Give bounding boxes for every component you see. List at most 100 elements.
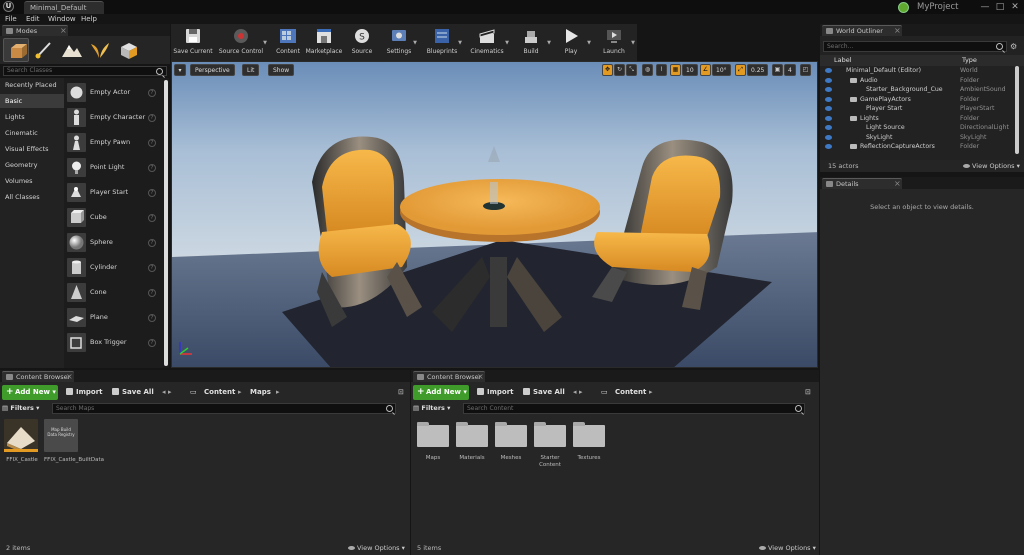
- filters-button[interactable]: ▤ Filters ▾: [413, 403, 450, 414]
- translate-icon[interactable]: ✥: [602, 64, 613, 76]
- source-control-button[interactable]: Source Control ▼: [215, 24, 267, 61]
- maximize-button[interactable]: □: [993, 1, 1007, 13]
- chevron-down-icon[interactable]: ▼: [631, 40, 635, 46]
- maximize-viewport-icon[interactable]: ◰: [800, 64, 811, 76]
- view-options-button[interactable]: View Options ▾: [348, 541, 405, 555]
- build-button[interactable]: Build ▼: [511, 24, 551, 61]
- grid-size-dropdown[interactable]: 10: [682, 64, 698, 76]
- content-browser-2-tab[interactable]: Content Browser 2 ×: [413, 371, 485, 391]
- launch-button[interactable]: Launch ▼: [593, 24, 635, 61]
- category-recently-placed[interactable]: Recently Placed: [0, 78, 64, 92]
- camera-speed-dropdown[interactable]: 4: [784, 64, 796, 76]
- play-button[interactable]: Play ▼: [551, 24, 591, 61]
- world-local-icon[interactable]: ◍: [642, 64, 653, 76]
- help-icon[interactable]: ?: [148, 139, 156, 147]
- lock-icon[interactable]: ⊡: [805, 385, 811, 400]
- landscape-mode-icon[interactable]: [59, 38, 85, 62]
- help-icon[interactable]: ?: [148, 314, 156, 322]
- help-icon[interactable]: ?: [148, 214, 156, 222]
- folder-tile[interactable]: Textures: [571, 419, 607, 462]
- outliner-settings-icon[interactable]: ⚙: [1010, 42, 1020, 52]
- details-tab[interactable]: Details ×: [822, 178, 902, 189]
- place-mode-icon[interactable]: [3, 38, 29, 62]
- marketplace-button[interactable]: Marketplace: [305, 24, 343, 61]
- outliner-row[interactable]: Player Start PlayerStart: [820, 104, 1016, 114]
- chevron-down-icon[interactable]: ▼: [505, 40, 509, 46]
- breadcrumb-maps[interactable]: Maps: [250, 385, 271, 400]
- search-classes-input[interactable]: Search Classes: [3, 66, 167, 76]
- category-basic[interactable]: Basic: [0, 94, 64, 108]
- visibility-eye-icon[interactable]: [825, 144, 832, 149]
- folder-tile[interactable]: Materials: [454, 419, 490, 462]
- close-icon[interactable]: ×: [894, 179, 901, 189]
- close-icon[interactable]: ×: [60, 26, 67, 36]
- category-all-classes[interactable]: All Classes: [0, 190, 64, 204]
- visibility-eye-icon[interactable]: [825, 106, 832, 111]
- outliner-row[interactable]: Lights Folder: [820, 114, 1016, 124]
- list-item[interactable]: Point Light ?: [64, 155, 163, 180]
- viewport-options-button[interactable]: ▾: [174, 64, 186, 76]
- history-back-button[interactable]: ◂ ▸: [573, 385, 582, 400]
- rotation-snap-icon[interactable]: ∠: [700, 64, 711, 76]
- list-item[interactable]: Box Trigger ?: [64, 330, 163, 355]
- filters-button[interactable]: ▤ Filters ▾: [2, 403, 39, 414]
- content-browser-1-tab[interactable]: Content Browser 1 ×: [2, 371, 74, 391]
- save-all-button[interactable]: Save All: [112, 385, 154, 400]
- document-tab[interactable]: Minimal_Default: [24, 1, 104, 14]
- perspective-button[interactable]: Perspective: [190, 64, 235, 76]
- rotation-snap-dropdown[interactable]: 10°: [712, 64, 731, 76]
- add-new-button[interactable]: Add New ▾: [413, 385, 469, 400]
- camera-speed-icon[interactable]: ▣: [772, 64, 783, 76]
- minimize-button[interactable]: —: [978, 1, 992, 13]
- help-icon[interactable]: ?: [148, 264, 156, 272]
- folder-tile[interactable]: Maps: [415, 419, 451, 462]
- search-maps-input[interactable]: Search Maps: [52, 403, 396, 414]
- search-content-input[interactable]: Search Content: [463, 403, 805, 414]
- menu-file[interactable]: File: [5, 14, 17, 24]
- menu-window[interactable]: Window: [48, 14, 76, 24]
- outliner-row[interactable]: Starter_Background_Cue AmbientSound: [820, 85, 1016, 95]
- breadcrumb-content[interactable]: Content: [615, 385, 646, 400]
- import-button[interactable]: Import: [66, 385, 103, 400]
- save-all-button[interactable]: Save All: [523, 385, 565, 400]
- show-button[interactable]: Show: [268, 64, 295, 76]
- help-icon[interactable]: ?: [148, 114, 156, 122]
- close-icon[interactable]: ×: [894, 26, 901, 36]
- menu-help[interactable]: Help: [81, 14, 97, 24]
- add-new-button[interactable]: Add New ▾: [2, 385, 58, 400]
- chevron-down-icon[interactable]: ▼: [263, 40, 267, 46]
- help-icon[interactable]: ?: [148, 289, 156, 297]
- content-button[interactable]: Content: [272, 24, 304, 61]
- visibility-eye-icon[interactable]: [825, 115, 832, 121]
- category-volumes[interactable]: Volumes: [0, 174, 64, 188]
- visibility-eye-icon[interactable]: [825, 96, 832, 102]
- scale-icon[interactable]: ⤡: [626, 64, 637, 76]
- outliner-view-options[interactable]: View Options ▾: [963, 159, 1020, 173]
- source-button[interactable]: S Source: [347, 24, 377, 61]
- outliner-row[interactable]: GamePlayActors Folder: [820, 95, 1016, 105]
- scale-snap-icon[interactable]: ⤢: [735, 64, 746, 76]
- history-back-button[interactable]: ◂ ▸: [162, 385, 171, 400]
- modes-tab[interactable]: Modes ×: [2, 25, 68, 36]
- help-icon[interactable]: ?: [148, 239, 156, 247]
- category-geometry[interactable]: Geometry: [0, 158, 64, 172]
- view-options-button[interactable]: View Options ▾: [759, 541, 816, 555]
- help-icon[interactable]: ?: [148, 164, 156, 172]
- surface-snap-icon[interactable]: ⌇: [656, 64, 667, 76]
- list-item[interactable]: Empty Pawn ?: [64, 130, 163, 155]
- category-lights[interactable]: Lights: [0, 110, 64, 124]
- outliner-search-input[interactable]: Search...: [823, 41, 1007, 52]
- paint-mode-icon[interactable]: [31, 38, 57, 62]
- help-icon[interactable]: ?: [148, 89, 156, 97]
- menu-edit[interactable]: Edit: [26, 14, 40, 24]
- list-item[interactable]: Empty Actor ?: [64, 80, 163, 105]
- rotate-icon[interactable]: ↻: [614, 64, 625, 76]
- outliner-scrollbar[interactable]: [1015, 66, 1019, 154]
- settings-button[interactable]: Settings ▼: [381, 24, 417, 61]
- visibility-eye-icon[interactable]: [825, 87, 832, 92]
- breadcrumb-content[interactable]: Content: [204, 385, 235, 400]
- category-visual-effects[interactable]: Visual Effects: [0, 142, 64, 156]
- help-icon[interactable]: ?: [148, 189, 156, 197]
- lit-button[interactable]: Lit: [242, 64, 260, 76]
- outliner-row[interactable]: Light Source DirectionalLight: [820, 123, 1016, 133]
